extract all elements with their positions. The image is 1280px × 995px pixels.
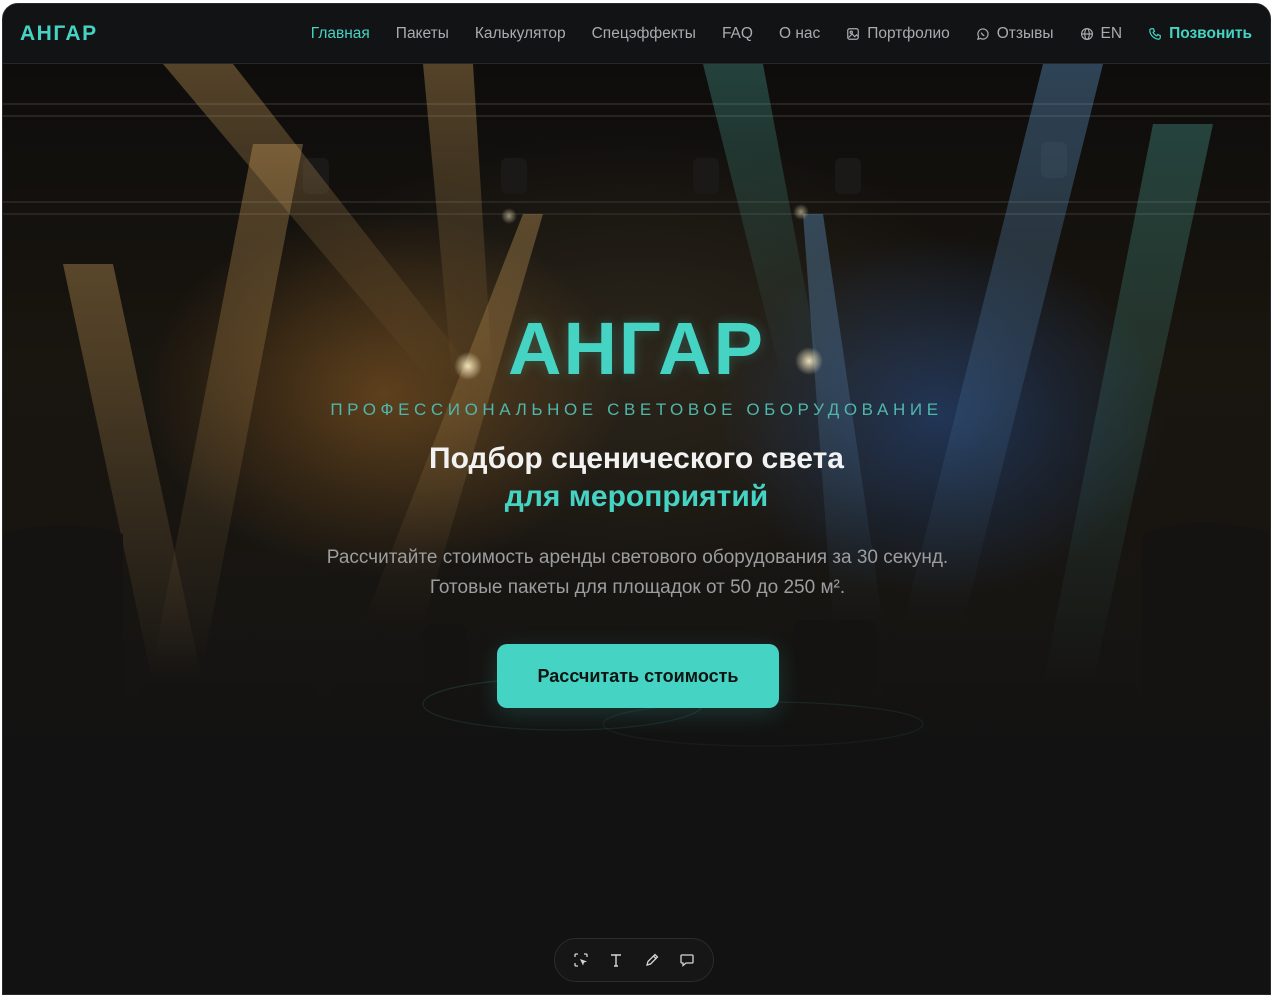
- nav-item-label: Отзывы: [996, 24, 1054, 42]
- image-icon: [847, 27, 860, 40]
- nav-item-about[interactable]: О нас: [779, 25, 820, 43]
- nav-item-label: Калькулятор: [474, 24, 566, 42]
- nav-item-portfolio[interactable]: Портфолио: [846, 25, 950, 43]
- logo[interactable]: АНГАР: [20, 22, 98, 46]
- nav-item-reviews[interactable]: Отзывы: [976, 25, 1054, 43]
- language-switch[interactable]: EN: [1080, 24, 1123, 43]
- nav-item-label: Спецэффекты: [591, 24, 696, 42]
- nav-item-packages[interactable]: Пакеты: [396, 25, 449, 43]
- hero-heading-main: Подбор сценического света: [429, 442, 844, 475]
- browser-window: АНГАР Главная Пакеты Калькулятор Спецэфф…: [2, 3, 1271, 995]
- calculate-cost-button[interactable]: Рассчитать стоимость: [497, 644, 779, 708]
- hero-heading: Подбор сценического света для мероприяти…: [3, 440, 1270, 516]
- nav-item-faq[interactable]: FAQ: [722, 25, 753, 43]
- select-icon: [574, 953, 588, 967]
- nav-item-calculator[interactable]: Калькулятор: [475, 25, 566, 43]
- nav-item-label: Портфолио: [867, 24, 950, 42]
- tool-pen[interactable]: [637, 945, 667, 975]
- nav-item-special-effects[interactable]: Спецэффекты: [592, 25, 696, 43]
- hero-tagline: ПРОФЕССИОНАЛЬНОЕ СВЕТОВОЕ ОБОРУДОВАНИЕ: [330, 400, 943, 419]
- hero-section: АНГАР ПРОФЕССИОНАЛЬНОЕ СВЕТОВОЕ ОБОРУДОВ…: [3, 64, 1270, 796]
- nav-item-label: Пакеты: [395, 24, 449, 42]
- phone-icon: [1149, 27, 1161, 40]
- pen-icon: [645, 953, 659, 966]
- nav-item-label: Главная: [310, 24, 370, 42]
- nav-item-label: FAQ: [721, 24, 753, 42]
- language-label: EN: [1100, 24, 1123, 42]
- tool-text[interactable]: [601, 945, 631, 975]
- hero-description: Рассчитайте стоимость аренды светового о…: [326, 547, 949, 598]
- main-nav: Главная Пакеты Калькулятор Спецэффекты F…: [311, 25, 1252, 43]
- hero-title: АНГАР: [508, 307, 765, 390]
- text-icon: [611, 954, 622, 967]
- call-button[interactable]: Позвонить: [1148, 25, 1252, 43]
- tool-select[interactable]: [566, 945, 596, 975]
- nav-item-home[interactable]: Главная: [311, 25, 370, 43]
- nav-item-label: О нас: [778, 24, 821, 42]
- annotation-toolbar: [554, 938, 714, 982]
- comment-icon: [680, 954, 694, 967]
- navbar: АНГАР Главная Пакеты Калькулятор Спецэфф…: [3, 4, 1270, 64]
- hero-heading-accent: для мероприятий: [504, 480, 769, 513]
- tool-comment[interactable]: [672, 945, 702, 975]
- call-label: Позвонить: [1169, 24, 1252, 42]
- globe-icon: [1080, 27, 1093, 40]
- chat-icon: [976, 27, 989, 40]
